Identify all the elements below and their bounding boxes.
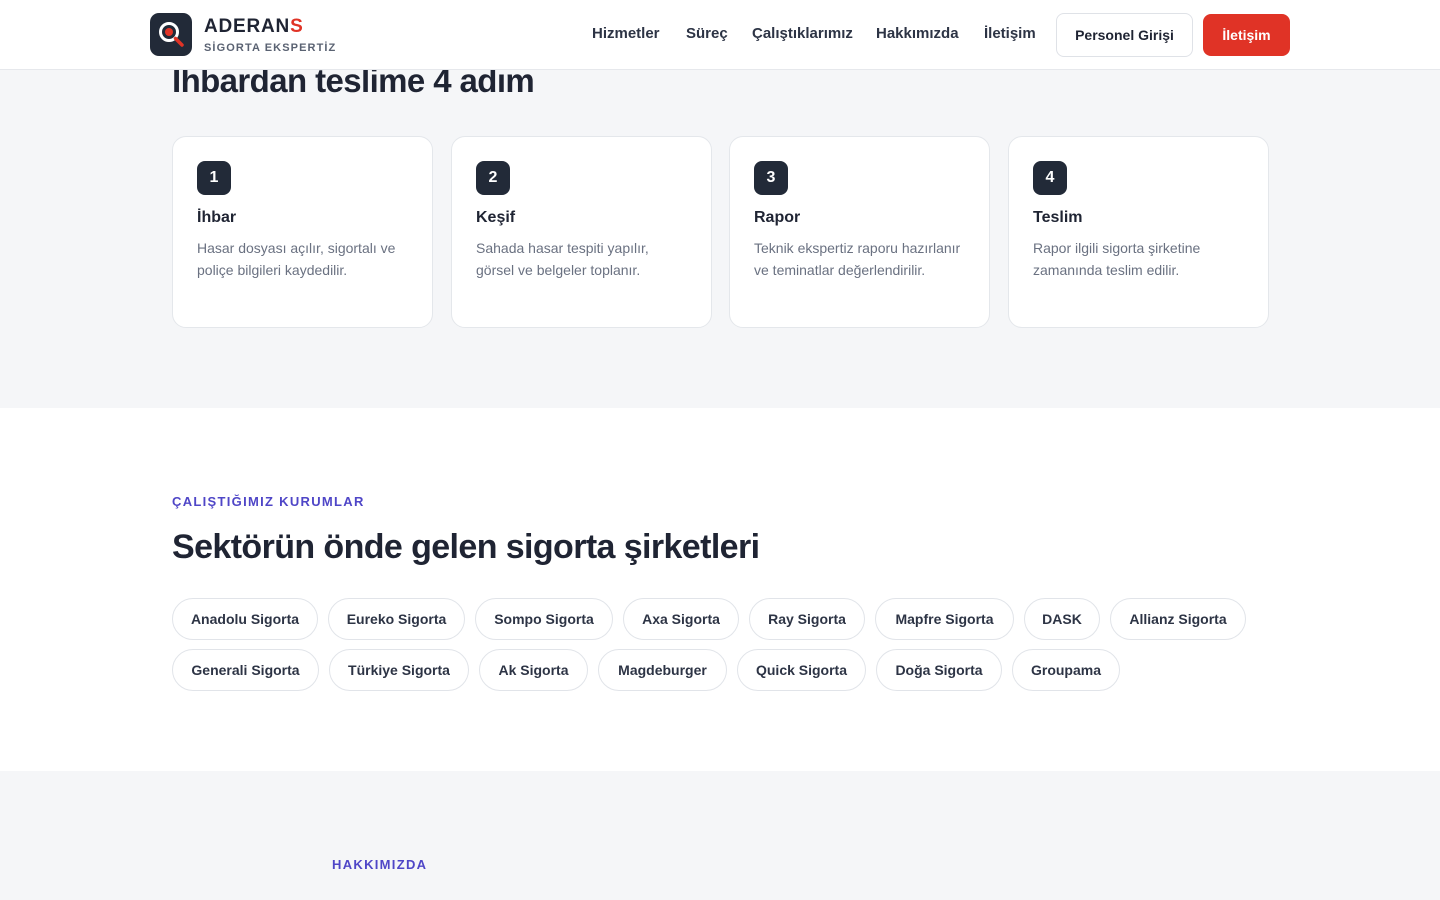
partner-chip: Türkiye Sigorta xyxy=(329,649,469,691)
step-number-badge: 2 xyxy=(476,161,510,195)
partner-chip: Ak Sigorta xyxy=(479,649,588,691)
brand-name: ADERANS xyxy=(204,16,336,38)
partner-chip: Ray Sigorta xyxy=(749,598,865,640)
step-title: Keşif xyxy=(476,209,516,226)
partner-chip: Doğa Sigorta xyxy=(876,649,1002,691)
brand-tagline: SİGORTA EKSPERTİZ xyxy=(204,41,337,54)
about-eyebrow: HAKKIMIZDA xyxy=(332,857,428,872)
site-header: ADERANS SİGORTA EKSPERTİZ Hizmetler Süre… xyxy=(0,0,1440,70)
step-card-1: 1 İhbar Hasar dosyası açılır, sigortalı … xyxy=(172,136,433,328)
staff-login-button[interactable]: Personel Girişi xyxy=(1056,13,1193,57)
partner-chip: Sompo Sigorta xyxy=(475,598,613,640)
step-card-4: 4 Teslim Rapor ilgili sigorta şirketine … xyxy=(1008,136,1269,328)
partner-chip: Quick Sigorta xyxy=(737,649,866,691)
partner-chip: Magdeburger xyxy=(598,649,727,691)
step-description: Hasar dosyası açılır, sigortalı ve poliç… xyxy=(197,240,396,278)
step-card-2: 2 Keşif Sahada hasar tespiti yapılır, gö… xyxy=(451,136,712,328)
partner-chip: Eureko Sigorta xyxy=(328,598,465,640)
step-title: İhbar xyxy=(197,209,237,226)
nav-link-about[interactable]: Hakkımızda xyxy=(876,25,959,42)
brand-name-main: ADERAN xyxy=(204,15,291,37)
nav-link-process[interactable]: Süreç xyxy=(686,25,728,42)
step-title: Teslim xyxy=(1033,209,1083,226)
step-number-badge: 3 xyxy=(754,161,788,195)
partner-chip: Axa Sigorta xyxy=(623,598,739,640)
nav-link-services[interactable]: Hizmetler xyxy=(592,25,660,42)
contact-cta-button[interactable]: İletişim xyxy=(1203,14,1290,56)
partners-eyebrow: ÇALIŞTIĞIMIZ KURUMLAR xyxy=(172,494,365,509)
partner-chip: Mapfre Sigorta xyxy=(875,598,1014,640)
step-description: Rapor ilgili sigorta şirketine zamanında… xyxy=(1033,240,1201,278)
step-card-3: 3 Rapor Teknik ekspertiz raporu hazırlan… xyxy=(729,136,990,328)
step-description: Teknik ekspertiz raporu hazırlanır ve te… xyxy=(754,240,961,278)
brand-name-accent: S xyxy=(290,15,304,37)
about-section: HAKKIMIZDA xyxy=(0,771,1440,900)
partners-title: Sektörün önde gelen sigorta şirketleri xyxy=(172,528,760,566)
partner-chip: Allianz Sigorta xyxy=(1110,598,1246,640)
brand-logo-link[interactable]: ADERANS SİGORTA EKSPERTİZ xyxy=(150,13,336,56)
step-number-badge: 1 xyxy=(197,161,231,195)
partner-chip: Generali Sigorta xyxy=(172,649,319,691)
partner-chip: Groupama xyxy=(1012,649,1120,691)
partner-chip: DASK xyxy=(1024,598,1100,640)
step-title: Rapor xyxy=(754,209,801,226)
step-number-badge: 4 xyxy=(1033,161,1067,195)
nav-link-contact[interactable]: İletişim xyxy=(984,25,1036,42)
magnifier-logo-icon xyxy=(150,13,192,56)
step-description: Sahada hasar tespiti yapılır, görsel ve … xyxy=(476,240,649,278)
nav-link-partners[interactable]: Çalıştıklarımız xyxy=(752,25,853,42)
partner-chip: Anadolu Sigorta xyxy=(172,598,318,640)
partners-section: ÇALIŞTIĞIMIZ KURUMLAR Sektörün önde gele… xyxy=(0,408,1440,771)
